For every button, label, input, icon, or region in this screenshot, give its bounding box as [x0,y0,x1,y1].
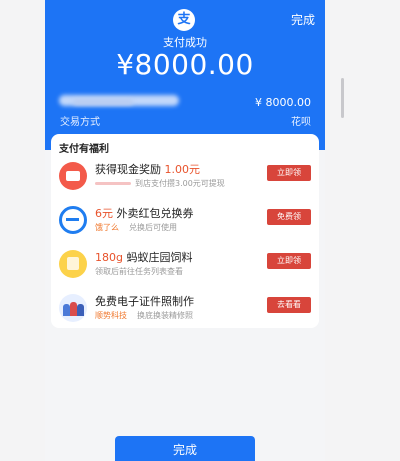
payment-result-page: 支 完成 支付成功 ¥8000.00 ¥ 8000.00 交易方式 花呗 支付有… [45,0,325,461]
benefit-subtitle: 到店支付攒3.00元可提现 [95,178,225,189]
free-claim-button[interactable]: 免费领 [267,209,311,225]
left-margin [0,0,45,461]
benefit-row-cash[interactable]: 获得现金奖励 1.00元 到店支付攒3.00元可提现 立即领 [51,158,319,198]
payment-amount: ¥8000.00 [116,48,254,81]
alipay-logo-icon: 支 [173,9,195,31]
payment-method-value: 花呗 [291,117,311,128]
transaction-method-label: 交易方式 [60,117,100,128]
benefit-title: 180g 蚂蚁庄园饲料 [95,251,193,264]
benefit-row-coupon[interactable]: 6元 外卖红包兑换券 饿了么 兑换后可使用 免费领 [51,202,319,242]
view-button[interactable]: 去看看 [267,297,311,313]
redacted-info-inner [73,99,133,105]
benefit-title: 免费电子证件照制作 [95,295,194,308]
benefit-row-feed[interactable]: 180g 蚂蚁庄园饲料 领取后前往任务列表查看 立即领 [51,246,319,286]
scrollbar[interactable] [341,78,344,118]
screen: 支 完成 支付成功 ¥8000.00 ¥ 8000.00 交易方式 花呗 支付有… [0,0,400,461]
claim-button[interactable]: 立即领 [267,165,311,181]
done-link-top[interactable]: 完成 [291,11,315,28]
summary-amount: ¥ 8000.00 [255,96,311,109]
eleme-icon [59,206,87,234]
claim-button[interactable]: 立即领 [267,253,311,269]
benefits-card: 支付有福利 获得现金奖励 1.00元 到店支付攒3.00元可提现 立即领 6元 … [51,134,319,328]
benefit-subtitle: 顺势科技 换底换装精修照 [95,311,193,320]
benefit-subtitle: 饿了么 兑换后可使用 [95,223,177,232]
progress-bar [95,182,131,185]
benefits-title: 支付有福利 [59,144,109,155]
benefit-subtitle: 领取后前往任务列表查看 [95,267,183,276]
benefit-title: 获得现金奖励 1.00元 [95,163,200,176]
done-button[interactable]: 完成 [115,436,255,461]
benefit-row-id-photo[interactable]: 免费电子证件照制作 顺势科技 换底换装精修照 去看看 [51,290,319,330]
feed-bag-icon [59,250,87,278]
right-margin [325,0,400,461]
benefit-title: 6元 外卖红包兑换券 [95,207,194,220]
red-envelope-icon [59,162,87,190]
id-photo-icon [59,294,87,322]
